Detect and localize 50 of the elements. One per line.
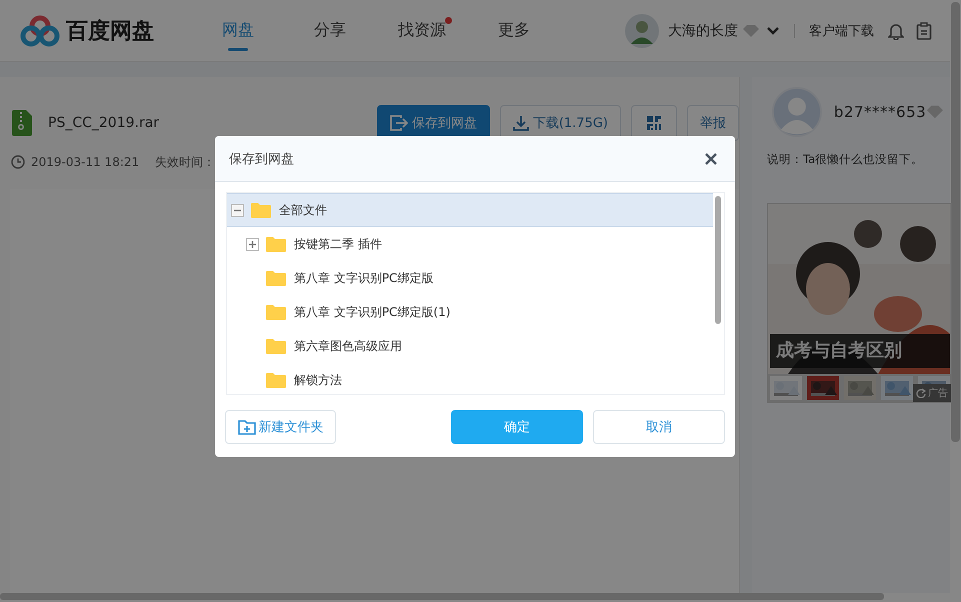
new-folder-button[interactable]: 新建文件夹 bbox=[225, 410, 336, 444]
nav-tab[interactable]: 更多 bbox=[470, 10, 558, 51]
folder-row[interactable]: 第六章图色高级应用 bbox=[227, 329, 713, 363]
folder-row[interactable]: 全部文件 bbox=[227, 193, 713, 227]
folder-icon bbox=[251, 202, 271, 218]
folder-icon bbox=[266, 304, 286, 320]
folder-row[interactable]: 第八章 文字识别PC绑定版 bbox=[227, 261, 713, 295]
diamond-icon bbox=[926, 104, 944, 120]
sharer-name: b27****653 bbox=[834, 103, 926, 121]
chevron-down-icon[interactable] bbox=[766, 26, 780, 36]
clipboard-icon[interactable] bbox=[916, 22, 932, 40]
refresh-icon bbox=[916, 388, 926, 398]
bell-icon[interactable] bbox=[888, 22, 904, 40]
nav-tab[interactable]: 分享 bbox=[286, 10, 374, 51]
confirm-button[interactable]: 确定 bbox=[451, 410, 583, 444]
nav-tab[interactable]: 找资源 bbox=[378, 10, 466, 51]
scrollbar[interactable] bbox=[715, 196, 721, 324]
folder-row[interactable]: 解锁方法 bbox=[227, 363, 713, 394]
collapse-icon[interactable] bbox=[231, 204, 244, 216]
cancel-button[interactable]: 取消 bbox=[593, 410, 725, 444]
diamond-icon bbox=[742, 24, 760, 38]
expiry-label: 失效时间： bbox=[155, 154, 216, 170]
download-icon bbox=[512, 115, 529, 131]
folder-icon bbox=[266, 338, 286, 354]
sharer-note: 说明：Ta很懒什么也没留下。 bbox=[767, 152, 924, 167]
file-name: PS_CC_2019.rar bbox=[48, 115, 160, 131]
ad-label: 广告 bbox=[928, 386, 948, 400]
scrollbar[interactable] bbox=[951, 2, 960, 442]
client-download-link[interactable]: 客户端下载 bbox=[809, 22, 874, 40]
ad-caption[interactable]: 成考与自考区别 bbox=[770, 334, 950, 368]
folder-row[interactable]: 第八章 文字识别PC绑定版(1) bbox=[227, 295, 713, 329]
folder-row[interactable]: 按键第二季 插件 bbox=[227, 227, 713, 261]
user-name[interactable]: 大海的长度 bbox=[668, 22, 738, 40]
zip-file-icon bbox=[12, 110, 32, 136]
dialog-title: 保存到网盘 bbox=[229, 150, 294, 168]
share-time: 2019-03-11 18:21 bbox=[31, 155, 140, 169]
qr-code-icon bbox=[646, 115, 662, 131]
folder-icon bbox=[266, 270, 286, 286]
expand-icon[interactable] bbox=[246, 238, 259, 250]
folder-icon bbox=[266, 236, 286, 252]
logo-text: 百度网盘 bbox=[66, 18, 154, 46]
clock-icon bbox=[11, 155, 25, 169]
nav-tab[interactable]: 网盘 bbox=[194, 10, 282, 51]
folder-plus-icon bbox=[238, 419, 256, 435]
cloud-logo-icon bbox=[20, 14, 60, 46]
close-icon[interactable] bbox=[705, 152, 717, 164]
folder-icon bbox=[266, 372, 286, 388]
scrollbar[interactable] bbox=[0, 593, 884, 600]
export-icon bbox=[390, 115, 408, 131]
avatar-icon[interactable] bbox=[625, 14, 659, 48]
